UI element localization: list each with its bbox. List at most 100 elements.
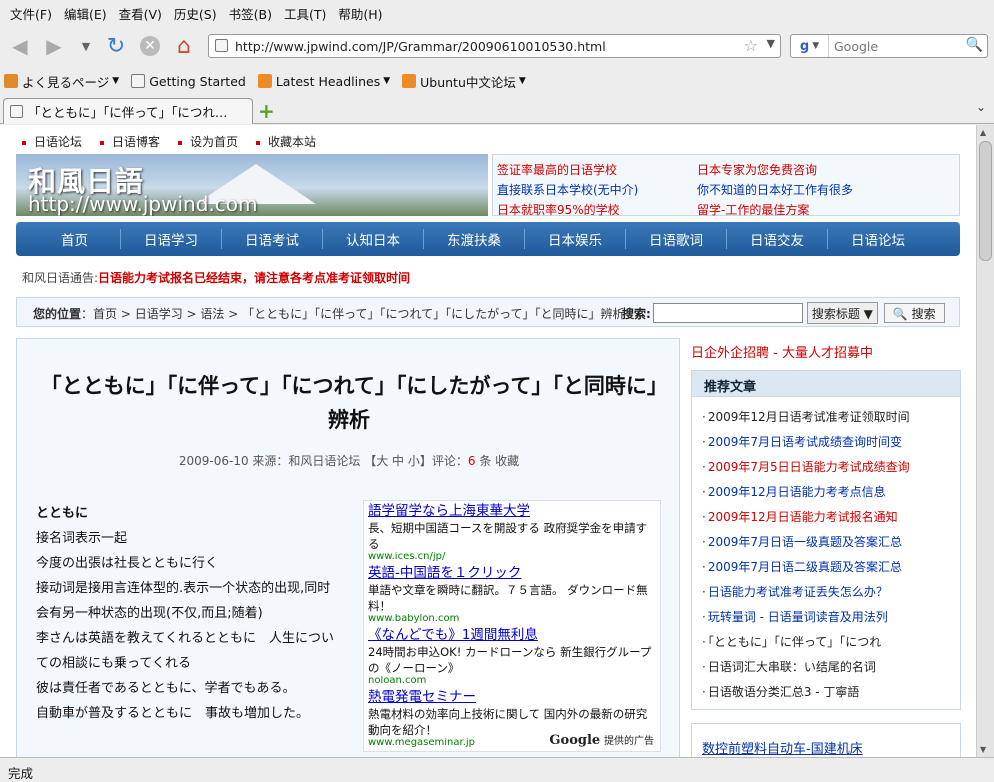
nav-entertainment[interactable]: 日本娱乐 bbox=[525, 229, 626, 249]
site-logo-url: http://www.jpwind.com bbox=[28, 192, 258, 216]
new-tab-plus-icon[interactable]: + bbox=[258, 99, 275, 123]
scroll-down-arrow-icon[interactable]: ▼ bbox=[980, 745, 986, 754]
recommended-item[interactable]: 日语词汇大串联：い结尾的名词 bbox=[702, 655, 960, 680]
stop-icon[interactable]: ✕ bbox=[136, 32, 164, 60]
menu-view[interactable]: 查看(V) bbox=[113, 4, 168, 23]
site-search-label: 搜索: bbox=[622, 306, 651, 321]
bookmark-most-visited[interactable]: よく見るページ ▼ bbox=[4, 72, 119, 91]
ad-title[interactable]: 語学留学なら上海東華大学 bbox=[368, 503, 656, 520]
article-line: 彼は責任者であるとともに、学者でもある。 bbox=[36, 681, 296, 696]
link-set-home[interactable]: 设为首页 bbox=[178, 133, 238, 150]
recommended-item[interactable]: 2009年12月日语能力考试报名通知 bbox=[702, 505, 960, 530]
menu-tools[interactable]: 工具(T) bbox=[278, 4, 332, 23]
recruit-link[interactable]: 日企外企招聘 - 大量人才招募中 bbox=[691, 342, 873, 361]
ad-link[interactable]: 直接联系日本学校(无中介) bbox=[497, 180, 638, 200]
web-search-input[interactable] bbox=[829, 38, 959, 54]
url-bar[interactable]: http://www.jpwind.com/JP/Grammar/2009061… bbox=[208, 34, 781, 58]
google-ad[interactable]: 語学留学なら上海東華大学 長、短期中国語コースを開設する 政府奨学金を申請する … bbox=[368, 503, 656, 562]
article-line: 李さんは英語を教えてくれるとともに 人生につい bbox=[36, 631, 334, 646]
scroll-up-arrow-icon[interactable]: ▲ bbox=[980, 128, 986, 137]
recommended-item[interactable]: 2009年7月5日日语能力考试成绩查询 bbox=[702, 455, 960, 480]
section-heading: とともに bbox=[36, 506, 89, 521]
bookmark-latest-headlines[interactable]: Latest Headlines ▼ bbox=[257, 74, 390, 89]
recommended-item[interactable]: 玩转量词 - 日语量词读音及用法列 bbox=[702, 605, 960, 630]
nav-study[interactable]: 日语学习 bbox=[121, 229, 222, 249]
ad-link[interactable]: 日本就职率95%的学校 bbox=[497, 200, 638, 220]
bookmark-getting-started[interactable]: Getting Started bbox=[131, 74, 246, 89]
recommended-item[interactable]: 日语能力考试准考证丢失怎么办？ bbox=[702, 580, 960, 605]
back-arrow-icon[interactable]: ◀ bbox=[6, 32, 34, 60]
ad-title[interactable]: 《なんどでも》1週間無利息 bbox=[368, 627, 656, 644]
ad-link[interactable]: 日本专家为您免费咨询 bbox=[697, 160, 853, 180]
tab-strip: 「とともに」「に伴って」「につれ… + ⌄ bbox=[0, 96, 994, 124]
nav-exam[interactable]: 日语考试 bbox=[222, 229, 323, 249]
recommended-item[interactable]: 2009年7月日语一级真题及答案汇总 bbox=[702, 530, 960, 555]
nav-travel[interactable]: 东渡扶桑 bbox=[424, 229, 525, 249]
link-forum[interactable]: 日语论坛 bbox=[22, 133, 82, 150]
scrollbar-thumb[interactable] bbox=[979, 141, 992, 261]
url-dropdown-icon[interactable]: ▼ bbox=[767, 37, 775, 50]
ad-title[interactable]: 熱電発電セミナー bbox=[368, 689, 656, 706]
menu-bookmarks[interactable]: 书签(B) bbox=[223, 4, 278, 23]
nav-forum[interactable]: 日语论坛 bbox=[828, 229, 928, 249]
nav-home[interactable]: 首页 bbox=[16, 229, 121, 249]
bookmark-ubuntu-forum[interactable]: Ubuntu中文论坛 ▼ bbox=[402, 72, 526, 91]
link-blog[interactable]: 日语博客 bbox=[100, 133, 160, 150]
article-panel: 「とともに」「に伴って」「につれて」「にしたがって」「と同時に」辨析 2009-… bbox=[16, 338, 680, 757]
history-dropdown-icon[interactable]: ▼ bbox=[72, 32, 100, 60]
search-type-select[interactable]: 搜索标题 ▼ bbox=[806, 302, 878, 324]
nav-lyrics[interactable]: 日语歌词 bbox=[626, 229, 727, 249]
url-text: http://www.jpwind.com/JP/Grammar/2009061… bbox=[235, 38, 606, 54]
nav-japan[interactable]: 认知日本 bbox=[323, 229, 424, 249]
magnifier-icon[interactable]: 🔍 bbox=[966, 37, 983, 53]
bottom-ad-link[interactable]: 数控前塑料自动车-国建机床 bbox=[691, 723, 961, 757]
notice-text[interactable]: 日语能力考试报名已经结束，请注意各考点准考证领取时间 bbox=[98, 271, 410, 285]
recommended-item[interactable]: 日语敬语分类汇总3 - 丁寧語 bbox=[702, 680, 960, 705]
ad-title[interactable]: 英語-中国語を１クリック bbox=[368, 565, 656, 582]
recommended-item[interactable]: 2009年7月日语二级真题及答案汇总 bbox=[702, 555, 960, 580]
status-text: 完成 bbox=[8, 766, 34, 781]
forward-arrow-icon[interactable]: ▶ bbox=[40, 32, 68, 60]
home-icon[interactable]: ⌂ bbox=[170, 32, 198, 60]
site-search-input[interactable] bbox=[652, 303, 803, 323]
recommended-item[interactable]: 2009年12月日语考试准考证领取时间 bbox=[702, 405, 960, 430]
menu-file[interactable]: 文件(F) bbox=[4, 4, 58, 23]
recommended-item[interactable]: 「とともに」「に伴って」「につれ bbox=[702, 630, 960, 655]
menu-edit[interactable]: 编辑(E) bbox=[58, 4, 113, 23]
site-banner[interactable]: 和風日語 http://www.jpwind.com bbox=[16, 154, 488, 216]
text-ad-links: 签证率最高的日语学校 直接联系日本学校(无中介) 日本就职率95%的学校 日本专… bbox=[492, 154, 960, 217]
ad-link[interactable]: 签证率最高的日语学校 bbox=[497, 160, 638, 180]
comment-count[interactable]: 6 bbox=[468, 454, 476, 468]
article-line: 今度の出張は社長とともに行く bbox=[36, 556, 219, 571]
google-ad[interactable]: 英語-中国語を１クリック 単語や文章を瞬時に翻訳。７５言語。 ダウンロード無料！… bbox=[368, 565, 656, 624]
ads-by-google[interactable]: Google 提供的广告 bbox=[549, 732, 654, 748]
breadcrumb-path[interactable]: ：首页 > 日语学习 > 语法 > 「とともに」「に伴って」「につれて」「にした… bbox=[81, 307, 625, 321]
recommended-heading: 推荐文章 bbox=[692, 371, 960, 397]
site-favicon-icon bbox=[215, 39, 228, 52]
google-logo: Google bbox=[549, 733, 601, 748]
reload-icon[interactable]: ↻ bbox=[102, 32, 130, 60]
google-ad[interactable]: 《なんどでも》1週間無利息 24時間お申込OK! カードローンなら 新生銀行グル… bbox=[368, 627, 656, 686]
list-tabs-chevron-icon[interactable]: ⌄ bbox=[976, 100, 986, 114]
article-line: ての相談にも乗ってくれる bbox=[36, 656, 191, 671]
recommended-item[interactable]: 2009年7月日语考试成绩查询时间变 bbox=[702, 430, 960, 455]
tab-active[interactable]: 「とともに」「に伴って」「につれ… bbox=[3, 98, 253, 124]
web-search-box[interactable]: g▼ 🔍 bbox=[790, 34, 988, 58]
site-search-button[interactable]: 🔍 搜索 bbox=[883, 303, 945, 323]
menu-history[interactable]: 历史(S) bbox=[168, 4, 223, 23]
nav-friends[interactable]: 日语交友 bbox=[727, 229, 828, 249]
article-line: 自動車が普及するとともに 事故も増加した。 bbox=[36, 706, 310, 721]
vertical-scrollbar[interactable]: ▲ ▼ bbox=[976, 125, 994, 757]
menu-help[interactable]: 帮助(H) bbox=[332, 4, 388, 23]
rss-feed-icon bbox=[257, 74, 272, 88]
search-icon: 🔍 bbox=[892, 307, 908, 321]
recommended-item[interactable]: 2009年12月日语能力考考点信息 bbox=[702, 480, 960, 505]
google-engine-icon[interactable]: g ▼ bbox=[791, 35, 829, 57]
article-line: 接动词是接用言连体型的.表示一个状态的出现,同时 bbox=[36, 581, 331, 596]
ad-link[interactable]: 留学-工作的最佳方案 bbox=[697, 200, 853, 220]
rss-feed-icon bbox=[402, 74, 417, 88]
ad-link[interactable]: 你不知道的日本好工作有很多 bbox=[697, 180, 853, 200]
recommended-list: 2009年12月日语考试准考证领取时间2009年7月日语考试成绩查询时间变200… bbox=[692, 397, 960, 705]
link-favorite[interactable]: 收藏本站 bbox=[256, 133, 316, 150]
bookmark-star-icon[interactable]: ☆ bbox=[744, 36, 758, 55]
